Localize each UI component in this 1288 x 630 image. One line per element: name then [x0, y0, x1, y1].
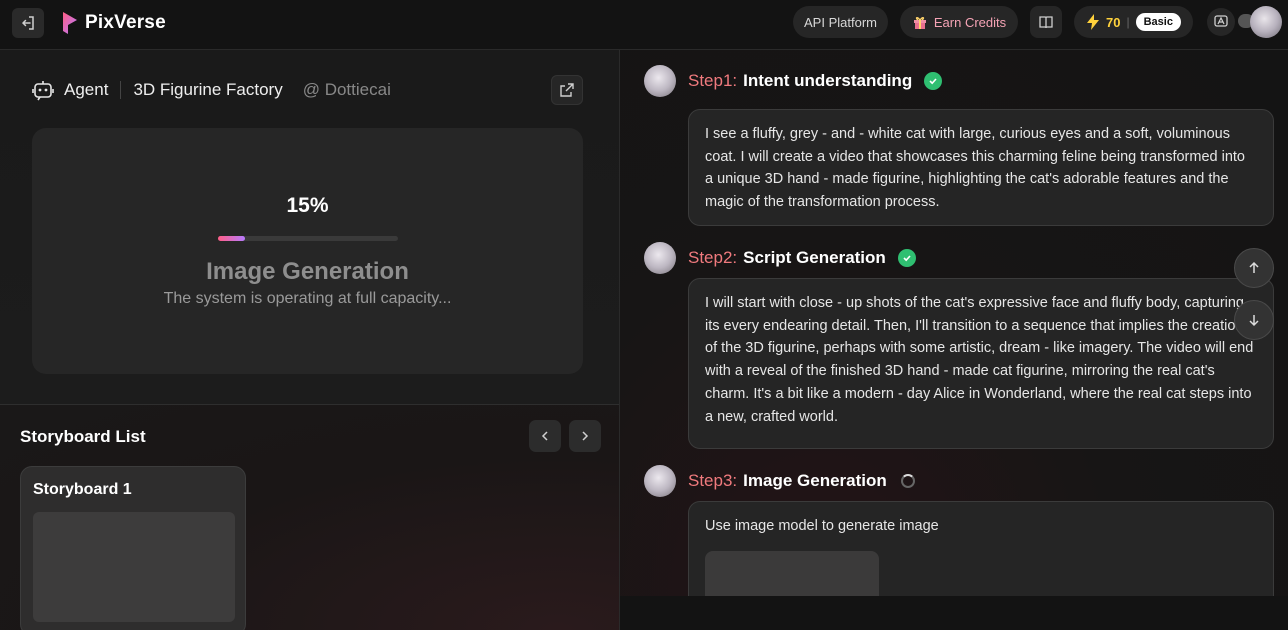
storyboard-prev-button[interactable]: [529, 420, 561, 452]
chevron-right-icon: [582, 431, 589, 441]
arrow-up-icon: [1249, 261, 1259, 273]
earn-credits-button[interactable]: Earn Credits: [900, 6, 1018, 38]
ai-assistant-button[interactable]: [1207, 8, 1235, 36]
storyboard-title: Storyboard List: [20, 427, 146, 446]
brand-name: PixVerse: [85, 12, 166, 33]
progress-bar: [218, 236, 398, 241]
step-text: I will start with close - up shots of th…: [705, 295, 1254, 425]
agent-author[interactable]: @ Dottiecai: [303, 80, 391, 100]
avatar: [644, 242, 676, 274]
api-platform-label: API Platform: [804, 14, 877, 30]
scroll-down-button[interactable]: [1234, 300, 1274, 340]
exit-button[interactable]: [12, 8, 44, 38]
generation-card: 15% Image Generation The system is opera…: [32, 128, 583, 374]
scroll-up-button[interactable]: [1234, 248, 1274, 288]
step-name: Image Generation: [743, 471, 887, 490]
step-text: I see a fluffy, grey - and - white cat w…: [705, 126, 1245, 211]
steps-footer: [620, 596, 1288, 630]
storyboard-card-title: Storyboard 1: [33, 481, 132, 498]
step-1-header: Step1: Intent understanding: [688, 70, 943, 92]
progress-bar-fill: [218, 236, 245, 241]
chevron-left-icon: [541, 431, 548, 441]
robot-icon: [32, 81, 54, 101]
step-name: Script Generation: [743, 248, 886, 267]
credits-balance[interactable]: 70 | Basic: [1074, 6, 1193, 38]
gift-icon: [913, 17, 926, 29]
pixverse-logo-icon: [63, 12, 77, 34]
check-icon: [897, 249, 916, 267]
generated-image-placeholder: [705, 551, 879, 596]
storyboard-card[interactable]: Storyboard 1: [20, 466, 246, 630]
step-name: Intent understanding: [743, 71, 913, 90]
exit-icon: [21, 16, 34, 30]
steps-panel: Step1: Intent understanding I see a fluf…: [620, 50, 1288, 596]
step-number: Step2:: [688, 248, 738, 267]
avatar: [644, 65, 676, 97]
credits-count: 70: [1106, 14, 1121, 30]
step-3-header: Step3: Image Generation: [688, 470, 915, 492]
step-1-message: I see a fluffy, grey - and - white cat w…: [688, 109, 1274, 226]
storyboard-next-button[interactable]: [569, 420, 601, 452]
step-3-message: Use image model to generate image: [688, 501, 1274, 596]
loading-spinner-icon: [900, 474, 915, 488]
plan-badge: Basic: [1135, 13, 1181, 31]
left-panel: Agent 3D Figurine Factory @ Dottiecai 15…: [0, 50, 619, 630]
progress-percent: 15%: [286, 194, 329, 217]
api-platform-button[interactable]: API Platform: [793, 6, 888, 38]
open-external-button[interactable]: [551, 75, 583, 105]
agent-title: 3D Figurine Factory: [133, 80, 283, 99]
avatar: [644, 465, 676, 497]
generation-title: Image Generation: [206, 258, 409, 285]
generation-section: Agent 3D Figurine Factory @ Dottiecai 15…: [0, 50, 619, 404]
storyboard-thumbnail: [33, 512, 235, 622]
step-number: Step3:: [688, 471, 738, 490]
docs-button[interactable]: [1030, 6, 1062, 38]
step-text: Use image model to generate image: [705, 518, 939, 534]
top-bar: PixVerse API Platform Earn Credits 70 | …: [0, 0, 1288, 50]
credits-separator: |: [1126, 15, 1130, 29]
user-avatar[interactable]: [1250, 6, 1282, 38]
brand-logo[interactable]: PixVerse: [61, 10, 166, 36]
generation-subtitle: The system is operating at full capacity…: [163, 290, 452, 307]
agent-header: Agent 3D Figurine Factory @ Dottiecai: [32, 78, 391, 102]
check-icon: [924, 72, 943, 90]
earn-credits-label: Earn Credits: [933, 14, 1007, 30]
storyboard-section: Storyboard List Storyboard 1: [0, 404, 619, 630]
step-number: Step1:: [688, 71, 738, 90]
agent-divider: [120, 81, 122, 99]
book-icon: [1039, 16, 1053, 29]
external-link-icon: [560, 83, 574, 97]
step-2-message: I will start with close - up shots of th…: [688, 278, 1274, 449]
agent-label: Agent: [64, 80, 109, 99]
step-2-header: Step2: Script Generation: [688, 247, 916, 269]
lightning-icon: [1087, 14, 1100, 30]
arrow-down-icon: [1249, 315, 1259, 327]
ai-assistant-icon: [1214, 15, 1228, 27]
